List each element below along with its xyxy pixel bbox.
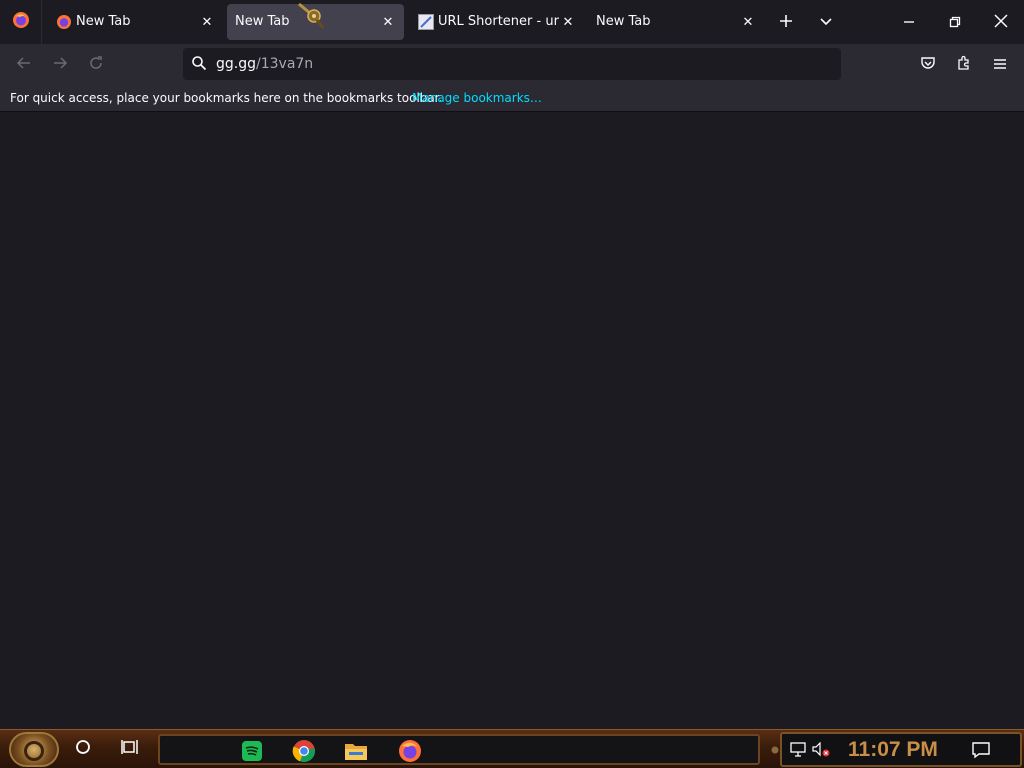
firefox-taskbar-button[interactable] xyxy=(390,739,430,767)
notification-icon xyxy=(972,742,990,763)
search-icon xyxy=(191,55,207,75)
url-host: gg.gg xyxy=(216,56,256,72)
taskbar-apps xyxy=(158,734,760,765)
minimize-button[interactable] xyxy=(886,0,932,44)
close-icon xyxy=(994,13,1008,32)
tab-new-tab-2[interactable]: New Tab ✕ xyxy=(227,2,404,40)
tab-title: New Tab xyxy=(235,14,290,29)
firefox-icon xyxy=(12,11,30,33)
reload-button[interactable] xyxy=(82,51,110,79)
tab-title: New Tab xyxy=(76,14,131,29)
close-tab-icon[interactable]: ✕ xyxy=(378,12,398,32)
save-to-pocket-button[interactable] xyxy=(914,51,942,79)
manage-bookmarks-link[interactable]: Manage bookmarks… xyxy=(412,91,542,106)
navigation-toolbar: gg.gg/13va7n xyxy=(0,44,1024,86)
close-tab-icon[interactable]: ✕ xyxy=(738,12,758,32)
menu-button[interactable] xyxy=(986,51,1014,79)
restore-button[interactable] xyxy=(932,0,978,44)
close-tab-icon[interactable]: ✕ xyxy=(558,12,578,32)
puzzle-icon xyxy=(956,55,972,75)
windows-icon xyxy=(24,741,44,761)
chevron-down-icon xyxy=(819,13,833,32)
address-bar[interactable]: gg.gg/13va7n xyxy=(183,48,841,80)
file-explorer-icon xyxy=(344,740,368,766)
new-tab-button[interactable] xyxy=(772,8,800,36)
page-content xyxy=(0,113,1024,729)
tab-new-tab-1[interactable]: New Tab ✕ xyxy=(46,4,224,40)
url-shortener-icon xyxy=(418,14,434,30)
forward-button[interactable] xyxy=(46,51,74,79)
gear-icon xyxy=(770,740,780,759)
cortana-icon xyxy=(75,739,91,759)
file-explorer-taskbar-button[interactable] xyxy=(336,739,376,767)
url-text[interactable]: gg.gg/13va7n xyxy=(216,56,313,72)
bookmarks-toolbar: For quick access, place your bookmarks h… xyxy=(0,86,1024,112)
cortana-button[interactable] xyxy=(70,736,96,762)
arrow-left-icon xyxy=(16,55,32,75)
url-path: /13va7n xyxy=(256,56,314,72)
close-window-button[interactable] xyxy=(978,0,1024,44)
reload-icon xyxy=(88,55,104,75)
tab-strip: New Tab ✕ New Tab ✕ URL Shortener - url … xyxy=(0,0,1024,44)
tab-new-tab-3[interactable]: New Tab ✕ xyxy=(588,4,764,40)
firefox-icon xyxy=(398,739,422,767)
screen: New Tab ✕ New Tab ✕ URL Shortener - url … xyxy=(0,0,1024,768)
close-tab-icon[interactable]: ✕ xyxy=(197,12,217,32)
chrome-taskbar-button[interactable] xyxy=(284,739,324,767)
firefox-icon xyxy=(56,14,72,30)
minimize-icon xyxy=(903,13,915,32)
plus-icon xyxy=(779,13,793,32)
system-tray: 11:07 PM xyxy=(780,732,1022,767)
start-button[interactable] xyxy=(9,732,59,767)
task-view-button[interactable] xyxy=(117,736,143,762)
bookmarks-empty-message: For quick access, place your bookmarks h… xyxy=(10,91,443,105)
task-view-icon xyxy=(121,739,139,759)
firefox-view-button[interactable] xyxy=(0,0,42,44)
taskbar: 11:07 PM xyxy=(0,729,1024,768)
tab-url-shortener[interactable]: URL Shortener - url sh ✕ xyxy=(408,4,584,40)
spotify-icon xyxy=(241,740,263,766)
taskbar-clock[interactable]: 11:07 PM xyxy=(848,738,938,762)
arrow-right-icon xyxy=(52,55,68,75)
tab-title: URL Shortener - url sh xyxy=(438,14,560,29)
list-all-tabs-button[interactable] xyxy=(812,8,840,36)
network-icon[interactable] xyxy=(790,742,808,762)
pocket-icon xyxy=(920,55,936,75)
back-button[interactable] xyxy=(10,51,38,79)
volume-muted-icon[interactable] xyxy=(812,741,832,762)
tab-title: New Tab xyxy=(596,14,651,29)
action-center-button[interactable] xyxy=(972,741,990,763)
mouse-cursor-icon xyxy=(297,2,329,34)
hamburger-menu-icon xyxy=(993,56,1007,75)
chrome-icon xyxy=(292,739,316,767)
restore-icon xyxy=(949,13,961,32)
extensions-button[interactable] xyxy=(950,51,978,79)
spotify-taskbar-button[interactable] xyxy=(232,739,272,767)
